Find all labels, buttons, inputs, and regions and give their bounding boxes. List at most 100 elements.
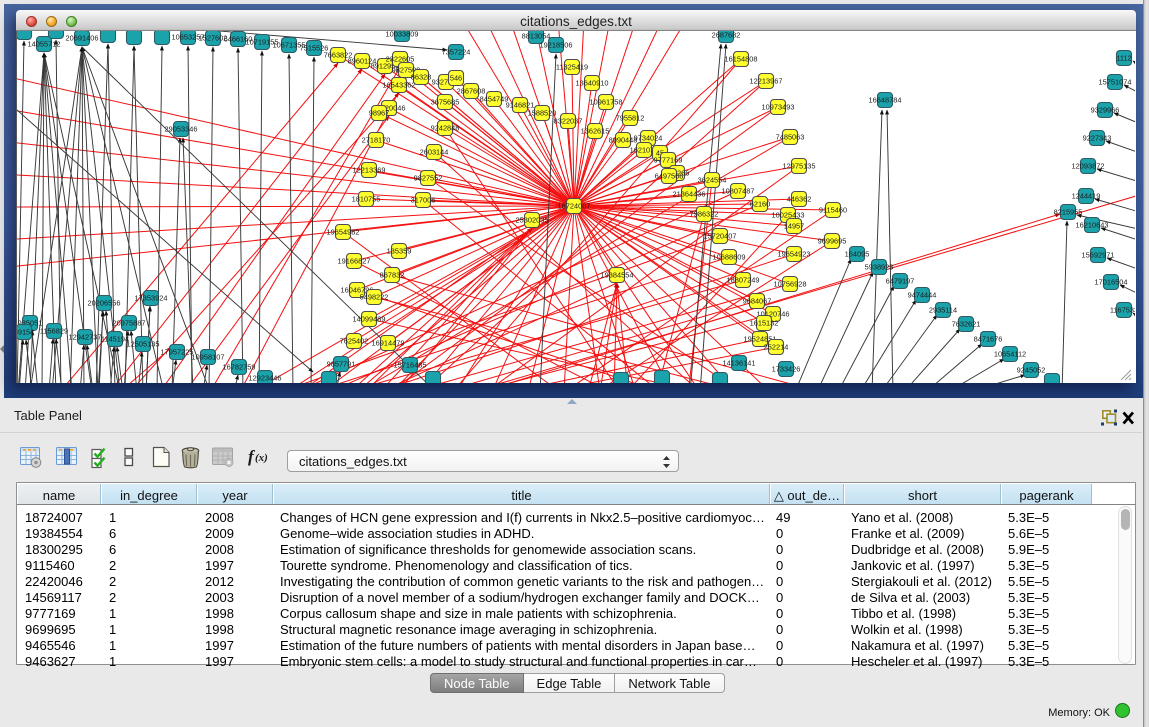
svg-text:14957: 14957 xyxy=(784,222,805,231)
svg-text:25302035: 25302035 xyxy=(516,216,549,225)
svg-text:15692971: 15692971 xyxy=(1082,251,1115,260)
svg-text:19384554: 19384554 xyxy=(601,271,634,280)
svg-text:(x): (x) xyxy=(255,452,268,464)
svg-text:19166827: 19166827 xyxy=(338,257,371,266)
svg-text:1145194: 1145194 xyxy=(101,335,129,344)
svg-text:9227343: 9227343 xyxy=(1083,134,1112,143)
svg-text:10033809: 10033809 xyxy=(386,31,419,39)
svg-text:10807487: 10807487 xyxy=(722,187,755,196)
svg-text:9115460: 9115460 xyxy=(819,206,847,215)
svg-text:9684067: 9684067 xyxy=(743,297,772,306)
svg-text:20206556: 20206556 xyxy=(88,299,121,308)
svg-text:14136141: 14136141 xyxy=(723,359,756,368)
svg-text:10756928: 10756928 xyxy=(774,280,807,289)
svg-text:9699695: 9699695 xyxy=(818,237,847,246)
svg-text:20691406: 20691406 xyxy=(66,34,99,43)
svg-text:1810755: 1810755 xyxy=(352,195,381,204)
svg-text:12093872: 12093872 xyxy=(1072,162,1105,171)
svg-text:2687682: 2687682 xyxy=(712,31,741,40)
svg-text:9329966: 9329966 xyxy=(1091,106,1120,115)
svg-text:17957225: 17957225 xyxy=(161,348,194,357)
svg-text:19654982: 19654982 xyxy=(327,228,360,237)
svg-text:8322037: 8322037 xyxy=(554,117,583,126)
svg-text:317006: 317006 xyxy=(411,196,436,205)
svg-text:7357224: 7357224 xyxy=(442,48,471,57)
svg-text:12505135: 12505135 xyxy=(127,340,160,349)
svg-text:9245052: 9245052 xyxy=(1017,366,1046,375)
svg-text:10961758: 10961758 xyxy=(590,98,623,107)
svg-text:39154: 39154 xyxy=(17,328,34,337)
svg-text:8215955: 8215955 xyxy=(1054,208,1083,217)
svg-text:1362615: 1362615 xyxy=(581,127,610,136)
svg-text:11325419: 11325419 xyxy=(556,63,588,72)
svg-text:1167533: 1167533 xyxy=(1110,306,1135,315)
svg-text:19218506: 19218506 xyxy=(540,41,573,50)
svg-text:12975135: 12975135 xyxy=(783,162,816,171)
svg-text:7955812: 7955812 xyxy=(616,114,645,123)
svg-text:8471676: 8471676 xyxy=(974,335,1003,344)
svg-text:20975887: 20975887 xyxy=(113,319,146,328)
svg-text:9734024: 9734024 xyxy=(634,134,663,143)
svg-text:10654112: 10654112 xyxy=(994,350,1026,359)
svg-text:12923446: 12923446 xyxy=(249,374,282,383)
svg-text:16210643: 16210643 xyxy=(1076,221,1109,230)
svg-text:1244419: 1244419 xyxy=(1072,192,1101,201)
svg-text:16543362: 16543362 xyxy=(383,81,416,90)
svg-text:1615132: 1615132 xyxy=(750,319,779,328)
svg-text:12942737: 12942737 xyxy=(69,333,102,342)
svg-text:15716485: 15716485 xyxy=(394,361,427,370)
svg-text:29053346: 29053346 xyxy=(165,125,198,134)
svg-text:7625402: 7625402 xyxy=(340,337,369,346)
svg-text:15720407: 15720407 xyxy=(704,232,737,241)
svg-text:2603144: 2603144 xyxy=(420,148,449,157)
svg-text:16648784: 16648784 xyxy=(869,96,902,105)
svg-text:86328: 86328 xyxy=(411,73,432,82)
svg-text:2935114: 2935114 xyxy=(929,306,957,315)
svg-text:9242848: 9242848 xyxy=(431,124,460,133)
svg-text:5938923: 5938923 xyxy=(865,263,894,272)
svg-text:9827552: 9827552 xyxy=(414,174,443,183)
svg-text:9857791: 9857791 xyxy=(327,360,356,369)
svg-text:6497568: 6497568 xyxy=(655,172,684,181)
svg-text:18724007: 18724007 xyxy=(558,202,591,211)
svg-text:252214: 252214 xyxy=(764,343,789,352)
svg-text:17016504: 17016504 xyxy=(1095,278,1128,287)
svg-text:1733426: 1733426 xyxy=(772,365,801,374)
svg-text:546: 546 xyxy=(450,74,462,83)
svg-text:18807249: 18807249 xyxy=(727,276,760,285)
svg-text:12213967: 12213967 xyxy=(750,77,783,86)
svg-text:1112: 1112 xyxy=(1116,54,1131,63)
svg-text:7485063: 7485063 xyxy=(776,133,805,142)
svg-text:10973493: 10973493 xyxy=(762,103,795,112)
svg-text:9474444: 9474444 xyxy=(908,291,937,300)
svg-text:9777169: 9777169 xyxy=(654,156,683,165)
svg-text:6479197: 6479197 xyxy=(886,277,915,286)
svg-text:13640910: 13640910 xyxy=(576,79,609,88)
svg-text:98967: 98967 xyxy=(369,109,390,118)
svg-text:10688609: 10688609 xyxy=(713,253,746,262)
svg-text:62160: 62160 xyxy=(750,200,771,209)
svg-text:7632621: 7632621 xyxy=(952,320,981,329)
svg-text:3624554: 3624554 xyxy=(698,176,727,185)
svg-text:3675685: 3675685 xyxy=(431,98,460,107)
svg-text:7986322: 7986322 xyxy=(690,210,719,219)
svg-text:16782759: 16782759 xyxy=(223,363,256,372)
svg-text:16154808: 16154808 xyxy=(725,55,758,64)
svg-text:17353924: 17353924 xyxy=(135,294,168,303)
svg-text:1588520: 1588520 xyxy=(528,109,557,118)
svg-text:16914479: 16914479 xyxy=(372,339,405,348)
svg-text:10958107: 10958107 xyxy=(192,353,225,362)
svg-text:1156829: 1156829 xyxy=(40,327,68,336)
svg-text:164095: 164095 xyxy=(845,250,870,259)
svg-text:14055712: 14055712 xyxy=(28,40,61,49)
svg-text:8454749: 8454749 xyxy=(480,95,509,104)
svg-text:15751074: 15751074 xyxy=(1099,78,1132,87)
svg-text:135359: 135359 xyxy=(387,247,412,256)
svg-text:14099489: 14099489 xyxy=(353,315,386,324)
svg-text:5498222: 5498222 xyxy=(360,293,389,302)
svg-text:867832: 867832 xyxy=(380,271,405,280)
svg-text:19654923: 19654923 xyxy=(778,250,811,259)
svg-text:2718170: 2718170 xyxy=(362,136,391,145)
svg-text:446362: 446362 xyxy=(787,195,812,204)
svg-text:12213369: 12213369 xyxy=(353,166,386,175)
